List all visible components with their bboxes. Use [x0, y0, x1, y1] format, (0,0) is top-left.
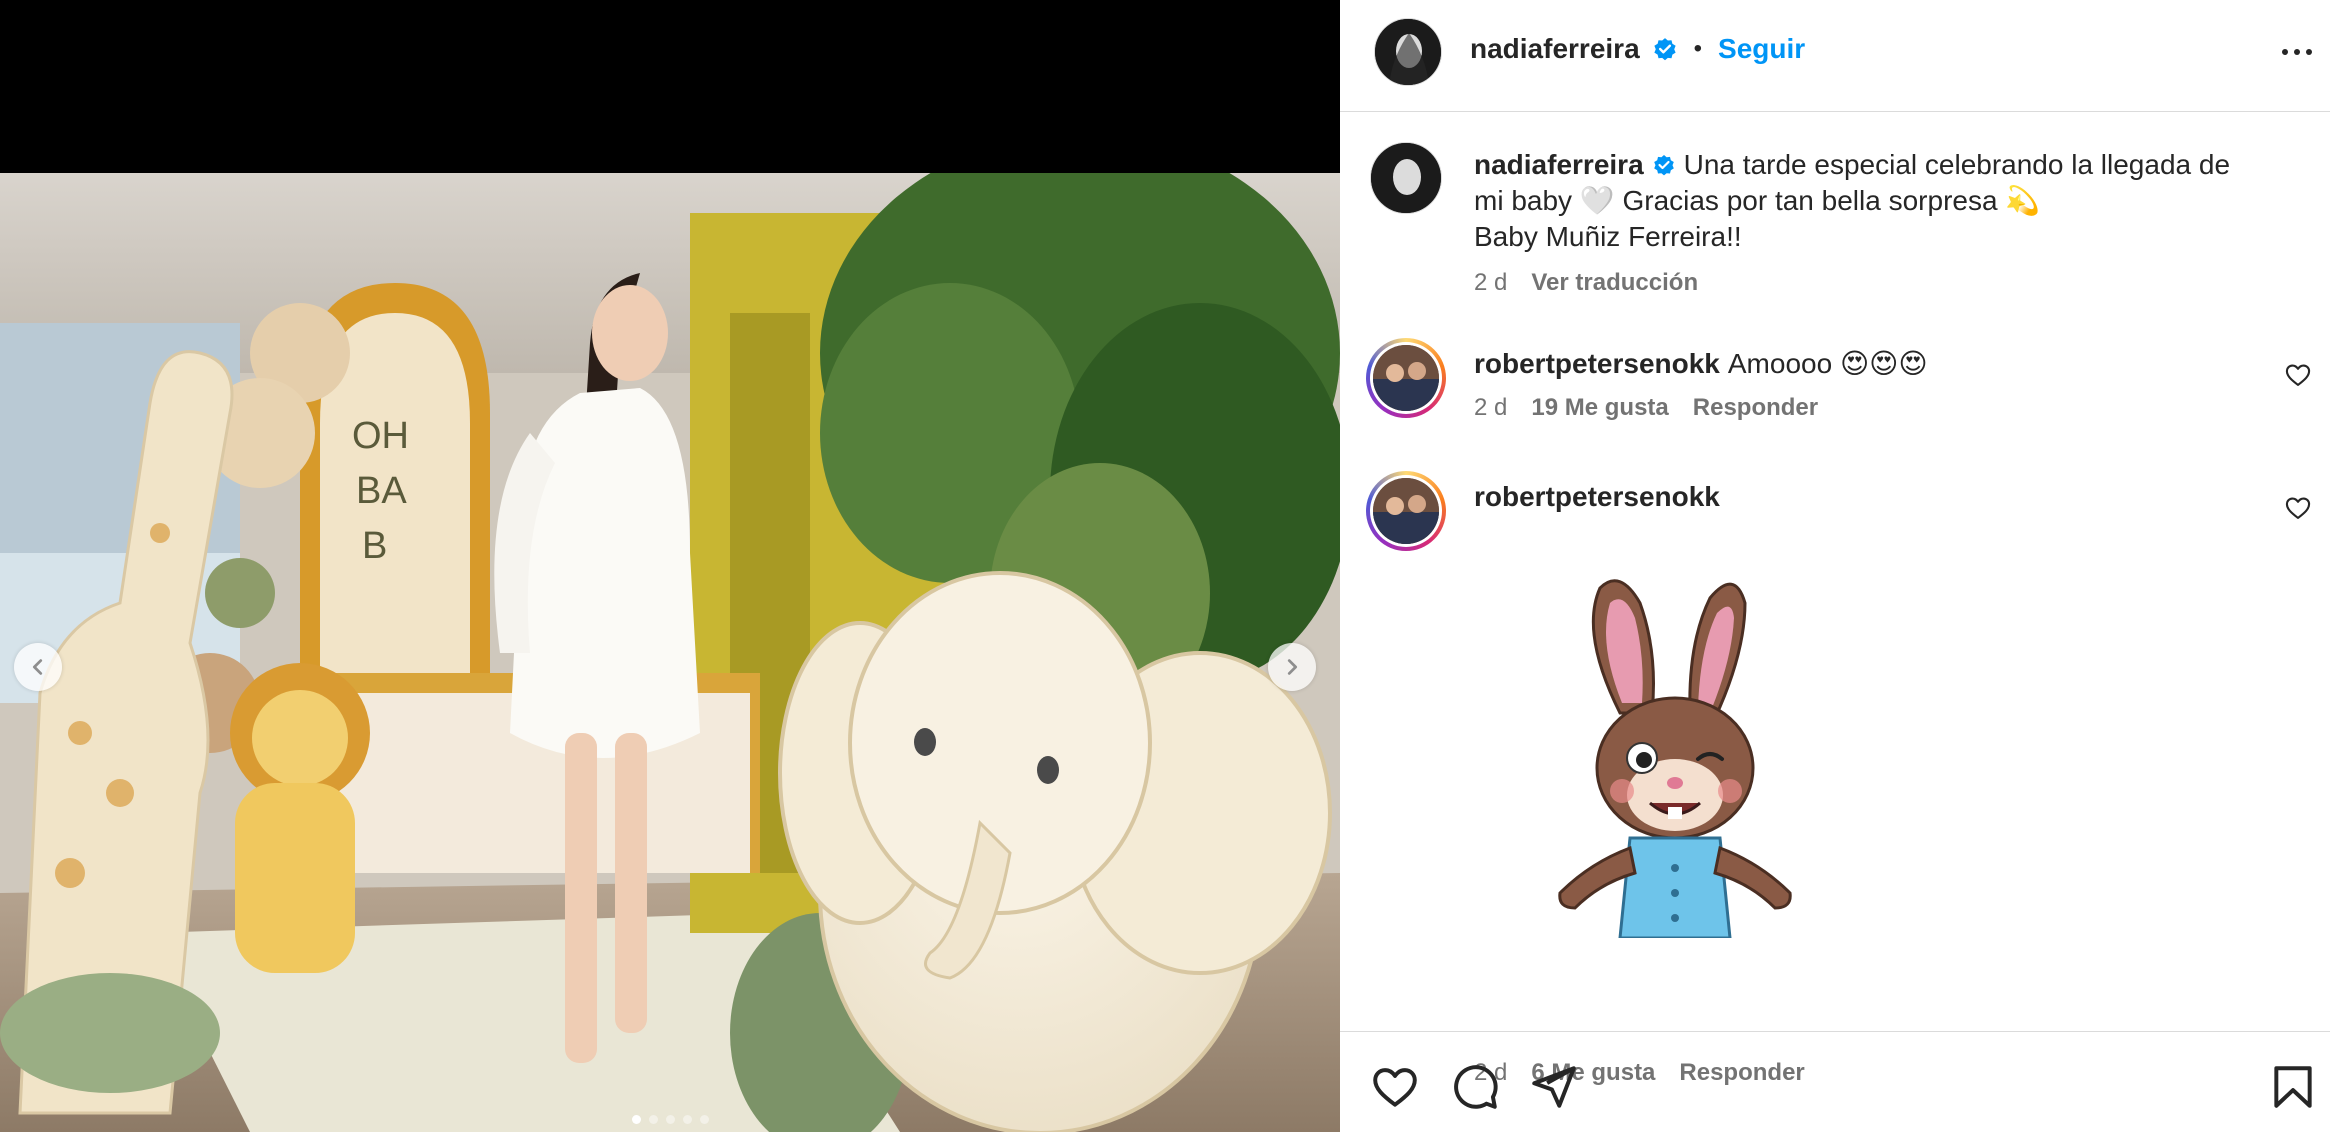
carousel-dots	[0, 1115, 1340, 1124]
carousel-dot	[648, 1115, 658, 1124]
heart-icon[interactable]	[1370, 1062, 1420, 1112]
caption-line-3: Baby Muñiz Ferreira!!	[1474, 221, 1742, 252]
caption-meta: 2 d Ver traducción	[1474, 269, 1698, 297]
more-icon-dot	[2294, 49, 2300, 55]
reply-button[interactable]: Responder	[1693, 394, 1818, 422]
sign-text-b: B	[362, 525, 387, 567]
post-action-bar	[1340, 1031, 2330, 1132]
share-icon[interactable]	[1528, 1062, 1578, 1112]
post-photo[interactable]: OH BA B	[0, 173, 1340, 1132]
post-media: OH BA B	[0, 0, 1340, 1132]
comment-time: 2 d	[1474, 394, 1508, 421]
translate-link[interactable]: Ver traducción	[1531, 269, 1698, 297]
bunny-sticker-image	[1558, 579, 1792, 938]
chevron-left-icon	[32, 659, 43, 675]
verified-icon	[1654, 38, 1676, 61]
comment-likes[interactable]: 19 Me gusta	[1531, 394, 1668, 422]
carousel-dot	[665, 1115, 675, 1124]
more-icon	[2282, 49, 2288, 55]
comment-text: robertpetersenokk Amoooo 😍😍😍	[1474, 346, 2274, 382]
bookmark-icon[interactable]	[2268, 1062, 2318, 1112]
post-header: nadiaferreira • Seguir	[1340, 0, 2330, 112]
carousel-dot	[631, 1115, 641, 1124]
commenter-username[interactable]: robertpetersenokk	[1474, 481, 1720, 512]
more-options-button[interactable]	[2282, 42, 2322, 62]
carousel-prev-button[interactable]	[14, 643, 62, 691]
caption-time: 2 d	[1474, 269, 1508, 296]
author-avatar[interactable]	[1374, 18, 1442, 86]
follow-button[interactable]: Seguir	[1718, 33, 1805, 65]
post-side-panel: nadiaferreira • Seguir nadiaferreira Una…	[1340, 0, 2330, 1132]
separator-dot: •	[1693, 35, 1703, 62]
sign-text-ba: BA	[356, 470, 407, 512]
carousel-dot	[699, 1115, 709, 1124]
caption-line-2: mi baby 🤍 Gracias por tan bella sorpresa…	[1474, 185, 2041, 216]
like-comment-heart-icon[interactable]	[2284, 361, 2312, 389]
sign-text-oh: OH	[352, 415, 409, 457]
comment-text: robertpetersenokk	[1474, 479, 2274, 515]
comment-meta: 2 d 19 Me gusta Responder	[1474, 394, 1818, 422]
commenter-username[interactable]: robertpetersenokk	[1474, 348, 1720, 379]
chevron-right-icon	[1287, 659, 1298, 675]
header-user: nadiaferreira • Seguir	[1470, 33, 1805, 65]
more-icon-dot	[2306, 49, 2312, 55]
carousel-dot	[682, 1115, 692, 1124]
comments-section[interactable]: nadiaferreira Una tarde especial celebra…	[1340, 113, 2330, 1086]
carousel-next-button[interactable]	[1268, 643, 1316, 691]
commenter-avatar[interactable]	[1366, 471, 1446, 551]
like-comment-heart-icon[interactable]	[2284, 494, 2312, 522]
comment-body: Amoooo 😍😍😍	[1727, 348, 1928, 379]
author-username[interactable]: nadiaferreira	[1470, 33, 1640, 65]
comment-icon[interactable]	[1450, 1062, 1500, 1112]
caption-line-1: Una tarde especial celebrando la llegada…	[1683, 149, 2231, 180]
caption-text: nadiaferreira Una tarde especial celebra…	[1474, 147, 2274, 255]
commenter-avatar[interactable]	[1366, 338, 1446, 418]
caption-username[interactable]: nadiaferreira	[1474, 149, 1644, 180]
baby-shower-photo: OH BA B	[0, 173, 1340, 1132]
caption-avatar[interactable]	[1370, 142, 1442, 214]
verified-icon	[1653, 155, 1674, 176]
